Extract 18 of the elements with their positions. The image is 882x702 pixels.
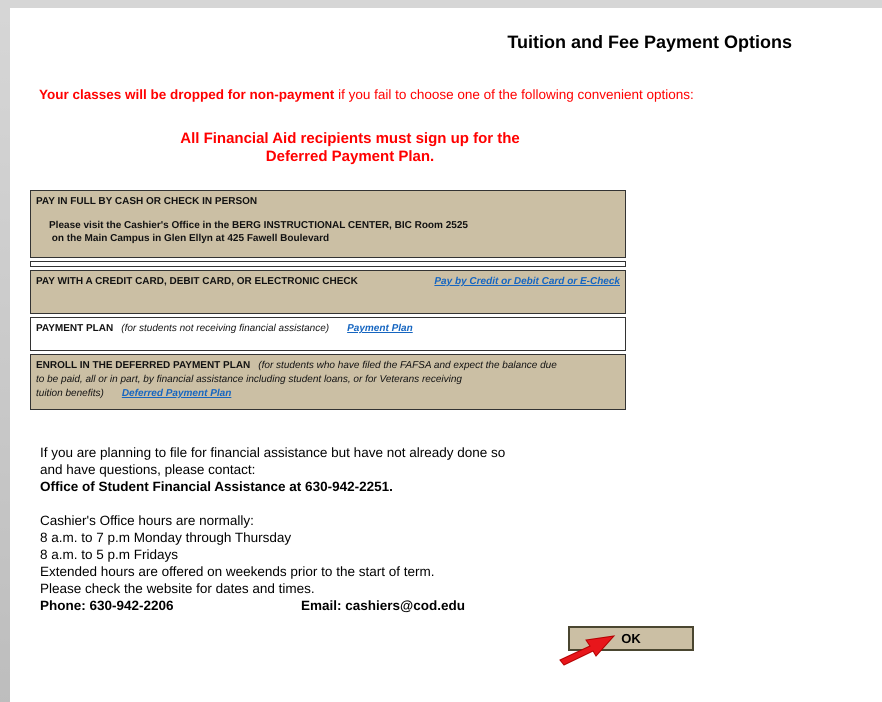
warning-text: Your classes will be dropped for non-payment if you fail to choose one of the following convenient options:	[39, 87, 695, 102]
option-detail: on the Main Campus in Glen Ellyn at 425 Fawell Boulevard	[50, 232, 330, 245]
info-text: Office of Student Financial Assistance at 630-942-2251.	[40, 478, 394, 495]
financial-aid-notice: All Financial Aid recipients must sign up for the Deferred Payment Plan.	[180, 130, 520, 166]
payment-link[interactable]: Payment Plan	[347, 323, 413, 334]
option-heading: PAY IN FULL BY CASH OR CHECK IN PERSON	[36, 196, 258, 207]
option-description: ENROLL IN THE DEFERRED PAYMENT PLAN (for students who have filed the FAFSA and expect the balance due to be paid, all or in part, by financial assistance including student loans, or for Veterans receiving tuition benefits) Deferred Payment Plan	[36, 359, 558, 401]
page-title: Tuition and Fee Payment Options	[507, 32, 792, 53]
ok-button[interactable]: OK	[568, 626, 694, 651]
option-detail: Please visit the Cashier's Office in the BERG INSTRUCTIONAL CENTER, BIC Room 2525	[49, 219, 469, 232]
option-heading: PAY WITH A CREDIT CARD, DEBIT CARD, OR ELECTRONIC CHECK	[36, 275, 358, 289]
phone-text: Phone: 630-942-2206	[40, 597, 175, 614]
option-description: PAYMENT PLAN (for students not receiving financial assistance) Payment Plan	[36, 322, 414, 336]
email-text: Email: cashiers@cod.edu	[301, 597, 465, 614]
payment-link[interactable]: Pay by Credit or Debit Card or E-Check	[434, 275, 620, 289]
info-text: If you are planning to file for financial assistance but have not already done so and have questions, please contact:	[40, 444, 506, 478]
office-hours-text: Cashier's Office hours are normally: 8 a.m. to 7 p.m Monday through Thursday 8 a.m. to 5 p.m Fridays Extended hours are offered on weekends prior to the start of term. Please check the website for dates and times.	[40, 512, 436, 597]
payment-link[interactable]: Deferred Payment Plan	[122, 388, 232, 399]
